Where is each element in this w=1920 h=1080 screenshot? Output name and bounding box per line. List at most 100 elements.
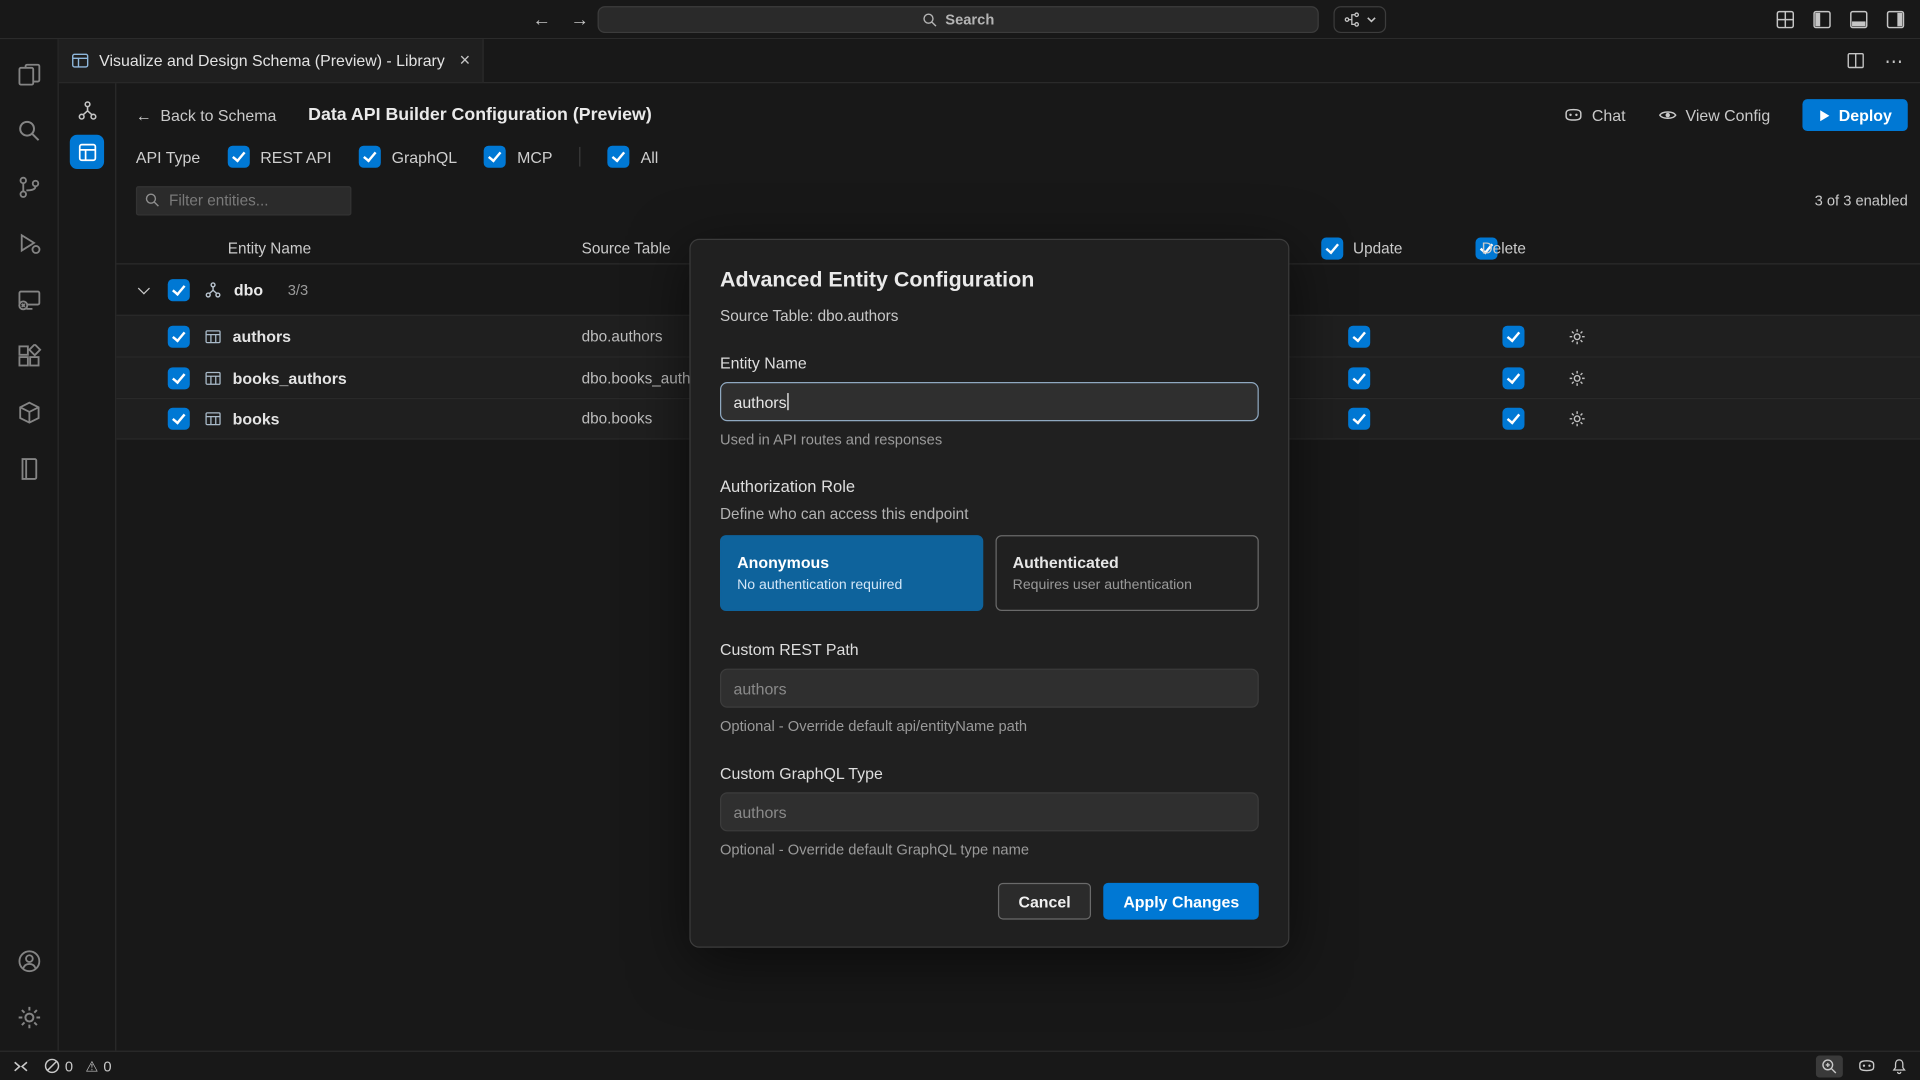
zoom-indicator-icon[interactable] (1816, 1055, 1843, 1077)
entity-name-label: Entity Name (720, 354, 1259, 372)
remote-explorer-icon[interactable] (0, 272, 58, 328)
problems-indicator[interactable]: 0 ⚠ 0 (44, 1057, 112, 1074)
filter-option-all[interactable]: All (608, 146, 659, 168)
play-icon (1818, 108, 1830, 121)
search-label: Search (945, 11, 994, 28)
view-config-button[interactable]: View Config (1657, 105, 1770, 125)
settings-gear-icon[interactable] (0, 989, 58, 1045)
split-editor-icon[interactable] (1847, 51, 1865, 69)
forward-arrow-button[interactable]: → (571, 9, 589, 30)
more-actions-icon[interactable]: ⋯ (1884, 50, 1902, 72)
update-all-checkbox[interactable] (1321, 237, 1343, 259)
update-checkbox[interactable] (1348, 408, 1370, 430)
delete-checkbox[interactable] (1503, 408, 1525, 430)
back-to-schema-link[interactable]: ← Back to Schema (136, 106, 276, 124)
deploy-button[interactable]: Deploy (1802, 99, 1908, 131)
auth-option-anonymous[interactable]: Anonymous No authentication required (720, 535, 983, 611)
explorer-icon[interactable] (0, 47, 58, 103)
custom-graphql-type-input[interactable] (720, 792, 1259, 831)
toggle-primary-sidebar-icon[interactable] (1812, 10, 1832, 30)
update-checkbox[interactable] (1348, 367, 1370, 389)
entity-name: books (233, 410, 280, 428)
close-tab-icon[interactable]: × (459, 51, 470, 69)
auth-option-authenticated[interactable]: Authenticated Requires user authenticati… (996, 535, 1259, 611)
back-label: Back to Schema (160, 106, 276, 124)
row-settings-gear-icon[interactable] (1569, 369, 1586, 386)
group-name: dbo (234, 280, 263, 298)
cancel-button[interactable]: Cancel (998, 883, 1092, 920)
entity-name-value: authors (733, 392, 786, 410)
filter-divider (579, 147, 580, 167)
source-table: dbo.books (582, 410, 653, 427)
row-settings-gear-icon[interactable] (1569, 410, 1586, 427)
row-checkbox[interactable] (168, 325, 190, 347)
copilot-status-icon[interactable] (1858, 1057, 1876, 1075)
sql-database-cube-icon[interactable] (0, 384, 58, 440)
toggle-secondary-sidebar-icon[interactable] (1886, 10, 1906, 30)
entity-filter-wrap (136, 186, 352, 215)
filter-option-mcp[interactable]: MCP (484, 146, 552, 168)
session-picker-button[interactable] (1333, 6, 1386, 33)
extensions-icon[interactable] (0, 328, 58, 384)
search-icon (922, 12, 938, 28)
tab-label: Visualize and Design Schema (Preview) - … (99, 51, 445, 69)
update-checkbox[interactable] (1348, 325, 1370, 347)
schema-designer-tab-icon (71, 51, 89, 69)
chat-label: Chat (1592, 106, 1626, 124)
group-checkbox[interactable] (168, 279, 190, 301)
customize-layout-icon[interactable] (1776, 10, 1796, 30)
tab-bar: Visualize and Design Schema (Preview) - … (59, 39, 1920, 83)
group-count: 3/3 (288, 281, 308, 298)
row-settings-gear-icon[interactable] (1569, 328, 1586, 345)
authorization-role-label: Authorization Role (720, 478, 1259, 496)
row-checkbox[interactable] (168, 367, 190, 389)
source-table-header: Source Table (582, 239, 671, 256)
apply-changes-button[interactable]: Apply Changes (1104, 883, 1259, 920)
filter-option-rest-api[interactable]: REST API (227, 146, 331, 168)
source-control-icon[interactable] (0, 159, 58, 215)
error-icon (44, 1058, 60, 1074)
filter-option-graphql[interactable]: GraphQL (359, 146, 458, 168)
collapse-chevron-icon[interactable] (138, 282, 150, 294)
toggle-panel-icon[interactable] (1849, 10, 1869, 30)
rest-api-checkbox[interactable] (227, 146, 249, 168)
auth-option-title: Authenticated (1013, 553, 1242, 571)
delete-checkbox[interactable] (1503, 367, 1525, 389)
update-header: Update (1353, 239, 1402, 256)
api-type-filter-row: API Type REST API GraphQL MCP All (136, 142, 658, 171)
mcp-checkbox[interactable] (484, 146, 506, 168)
title-bar: ← → Search (0, 0, 1920, 39)
graphql-label: GraphQL (392, 148, 457, 166)
status-bar: 0 ⚠ 0 (0, 1051, 1920, 1080)
dialog-source-table: Source Table: dbo.authors (720, 307, 1259, 324)
entity-filter-input[interactable] (136, 186, 352, 215)
graphql-checkbox[interactable] (359, 146, 381, 168)
database-project-icon[interactable] (0, 441, 58, 497)
entity-name: authors (233, 327, 291, 345)
row-checkbox[interactable] (168, 408, 190, 430)
custom-rest-path-input[interactable] (720, 669, 1259, 708)
api-type-label: API Type (136, 148, 200, 166)
all-checkbox[interactable] (608, 146, 630, 168)
data-api-builder-icon[interactable] (70, 135, 104, 169)
chat-button[interactable]: Chat (1564, 105, 1626, 125)
delete-checkbox[interactable] (1503, 325, 1525, 347)
account-icon[interactable] (0, 933, 58, 989)
search-icon[interactable] (0, 103, 58, 159)
remote-indicator-icon[interactable] (12, 1057, 29, 1074)
history-nav: ← → (533, 0, 589, 39)
authorization-role-helper: Define who can access this endpoint (720, 506, 1259, 523)
custom-graphql-type-label: Custom GraphQL Type (720, 764, 1259, 782)
status-bar-right (1816, 1055, 1908, 1077)
schema-diagram-icon[interactable] (70, 93, 104, 127)
tab-visualize-design-schema[interactable]: Visualize and Design Schema (Preview) - … (59, 39, 484, 82)
custom-graphql-type-helper: Optional - Override default GraphQL type… (720, 841, 1259, 858)
entity-name-input[interactable]: authors (720, 382, 1259, 421)
command-center-search[interactable]: Search (598, 6, 1319, 33)
back-arrow-button[interactable]: ← (533, 9, 551, 30)
warning-count: 0 (103, 1057, 111, 1074)
custom-rest-path-helper: Optional - Override default api/entityNa… (720, 718, 1259, 735)
advanced-entity-configuration-dialog: Advanced Entity Configuration Source Tab… (689, 239, 1289, 948)
notifications-bell-icon[interactable] (1891, 1057, 1908, 1074)
run-debug-icon[interactable] (0, 216, 58, 272)
